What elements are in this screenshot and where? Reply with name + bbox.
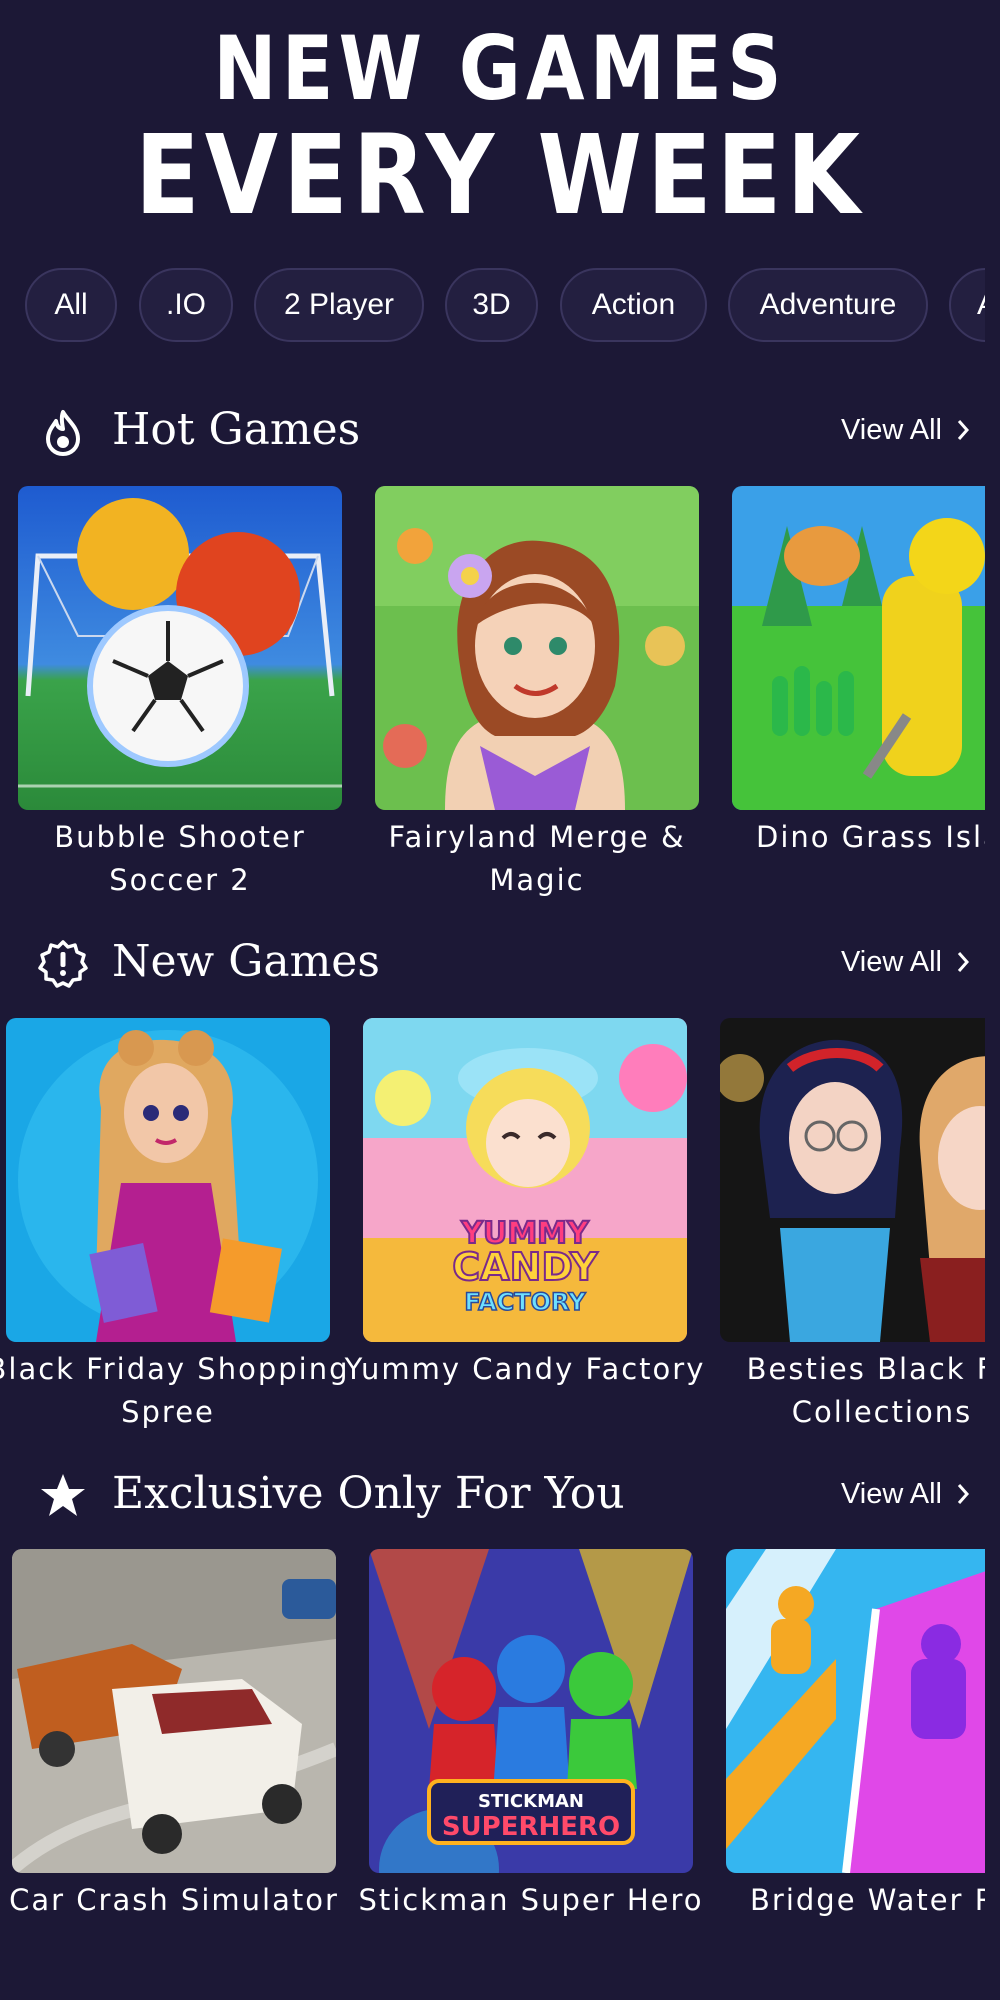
game-thumbnail[interactable]: [12, 1549, 336, 1873]
stickman-logo-line-2: SUPERHERO: [442, 1812, 620, 1842]
section-title: Exclusive Only For You: [112, 1468, 625, 1519]
game-card[interactable]: Dino Grass Isla: [732, 486, 985, 916]
flame-icon: [46, 410, 80, 456]
hero-headline-line-1: NEW GAMES: [213, 17, 787, 120]
candy-logo-line-2: CANDY: [452, 1245, 598, 1289]
section-header-new-games: New Games View All: [0, 927, 1000, 997]
game-thumbnail[interactable]: [720, 1018, 985, 1342]
game-title[interactable]: Bridge Water Ru: [750, 1879, 985, 1922]
stickman-heroes-image: STICKMAN SUPERHERO: [369, 1549, 693, 1873]
game-carousel-exclusive[interactable]: Car Crash Simulator STICKMAN SUPERHERO S…: [0, 1549, 985, 1979]
section-header-hot-games: Hot Games View All: [0, 395, 1000, 465]
category-chip-adventure[interactable]: Adventure: [728, 268, 928, 342]
game-carousel-new-games[interactable]: Black Friday Shopping Spree YUMMY CANDY …: [0, 1018, 985, 1448]
game-thumbnail[interactable]: STICKMAN SUPERHERO: [369, 1549, 693, 1873]
game-thumbnail[interactable]: [732, 486, 985, 810]
category-chip-partial[interactable]: A: [949, 268, 985, 342]
category-chip-all[interactable]: All: [25, 268, 117, 342]
besties-image: [720, 1018, 985, 1342]
view-all-link[interactable]: View All: [841, 1459, 970, 1529]
game-card[interactable]: Fairyland Merge & Magic: [375, 486, 699, 916]
game-title[interactable]: Black Friday Shopping Spree: [0, 1348, 350, 1434]
game-title[interactable]: Dino Grass Isla: [756, 816, 985, 859]
fairy-girl-image: [375, 486, 699, 810]
soccer-balls-image: [18, 486, 342, 810]
shopping-girl-image: [6, 1018, 330, 1342]
view-all-label: View All: [840, 1478, 942, 1510]
game-card[interactable]: Bubble Shooter Soccer 2: [18, 486, 342, 916]
game-title[interactable]: Besties Black Fri Collections: [700, 1348, 985, 1434]
bridge-water-run-image: [726, 1549, 985, 1873]
game-title[interactable]: Yummy Candy Factory: [343, 1348, 707, 1391]
hero-banner: NEW GAMES EVERY WEEK: [0, 0, 1000, 250]
game-thumbnail[interactable]: [18, 486, 342, 810]
category-chip-io[interactable]: .IO: [139, 268, 233, 342]
star-icon: [41, 1474, 85, 1516]
candy-factory-image: YUMMY CANDY FACTORY: [363, 1018, 687, 1342]
game-card[interactable]: Besties Black Fri Collections: [720, 1018, 985, 1448]
chevron-right-icon: [957, 1484, 970, 1504]
game-card[interactable]: Bridge Water Ru: [726, 1549, 985, 1979]
category-filter-bar[interactable]: All .IO 2 Player 3D Action Adventure A: [0, 268, 985, 342]
game-thumbnail[interactable]: [6, 1018, 330, 1342]
view-all-link[interactable]: View All: [841, 395, 970, 465]
view-all-link[interactable]: View All: [841, 927, 970, 997]
game-title[interactable]: Bubble Shooter Soccer 2: [0, 816, 362, 902]
game-thumbnail[interactable]: [375, 486, 699, 810]
chevron-right-icon: [957, 952, 970, 972]
view-all-label: View All: [840, 414, 942, 446]
game-carousel-hot-games[interactable]: Bubble Shooter Soccer 2 Fairyland Merge …: [0, 486, 985, 916]
game-title[interactable]: Fairyland Merge & Magic: [355, 816, 719, 902]
section-title: Hot Games: [112, 404, 361, 455]
candy-logo-line-3: FACTORY: [464, 1288, 586, 1316]
game-card[interactable]: STICKMAN SUPERHERO Stickman Super Hero: [358, 1549, 702, 1979]
alert-badge-icon: [38, 940, 88, 988]
grass-island-image: [732, 486, 985, 810]
game-thumbnail[interactable]: [726, 1549, 985, 1873]
car-crash-image: [12, 1549, 336, 1873]
game-thumbnail[interactable]: YUMMY CANDY FACTORY: [363, 1018, 687, 1342]
game-title[interactable]: Stickman Super Hero: [349, 1879, 713, 1922]
game-card[interactable]: Car Crash Simulator: [9, 1549, 337, 1979]
game-title[interactable]: Car Crash Simulator: [0, 1879, 356, 1922]
category-chip-3d[interactable]: 3D: [445, 268, 538, 342]
stickman-logo-line-1: STICKMAN: [478, 1791, 584, 1812]
game-card[interactable]: YUMMY CANDY FACTORY Yummy Candy Factory: [345, 1018, 703, 1448]
category-chip-2-player[interactable]: 2 Player: [254, 268, 424, 342]
chevron-right-icon: [957, 420, 970, 440]
category-chip-action[interactable]: Action: [560, 268, 707, 342]
section-title: New Games: [112, 936, 380, 987]
view-all-label: View All: [840, 946, 942, 978]
game-card[interactable]: Black Friday Shopping Spree: [0, 1018, 347, 1448]
section-header-exclusive: Exclusive Only For You View All: [0, 1459, 1000, 1529]
hero-headline-line-2: EVERY WEEK: [134, 111, 866, 239]
